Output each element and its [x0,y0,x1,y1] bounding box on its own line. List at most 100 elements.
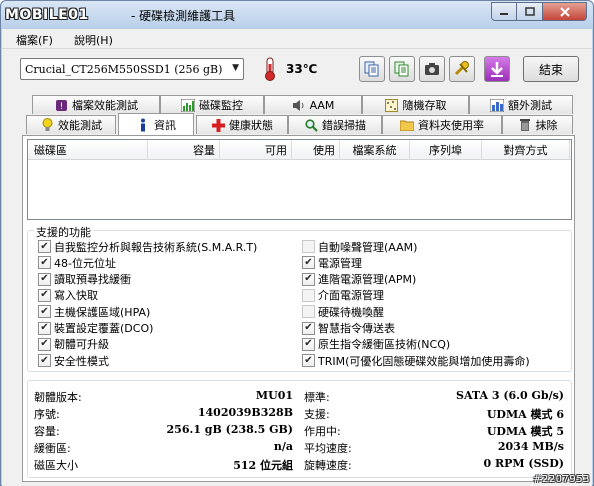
feature-checkbox[interactable]: ✔ 裝置設定覆蓋(DCO) [38,321,153,336]
trash-icon [518,118,532,132]
column-used[interactable]: 使用 [292,140,340,160]
disk-monitor-icon [181,98,195,112]
close-button[interactable] [543,2,587,21]
feature-checkbox[interactable]: ✔ 安全性模式 [38,353,109,368]
empty-checkbox-icon[interactable] [302,288,315,302]
feature-checkbox[interactable]: ✔ 主機保護區域(HPA) [38,304,150,319]
maximize-button[interactable] [517,2,543,21]
feature-checkbox[interactable]: ✔ 原生指令緩衝區技術(NCQ) [302,337,450,352]
feature-checkbox[interactable]: ✔ 智慧指令傳送表 [302,321,395,336]
copy-all-button[interactable] [389,56,415,82]
column-filesystem[interactable]: 檔案系統 [340,140,410,160]
title-bar[interactable]: MOBILE01 - 硬碟檢測維護工具 [1,1,593,29]
tab-health[interactable]: 健康狀態 [196,115,288,134]
tab-extra-test[interactable]: 額外測試 [469,95,573,114]
checkmark-icon[interactable]: ✔ [38,272,51,286]
checkmark-icon[interactable]: ✔ [38,337,51,351]
feature-checkbox[interactable]: ✔ 自我監控分析與報告技術系統(S.M.A.R.T) [38,239,257,254]
feature-checkbox[interactable]: ✔ 韌體可升級 [38,337,109,352]
tab-folder-usage[interactable]: 資料夾使用率 [382,115,502,134]
feature-label: TRIM(可優化固態硬碟效能與增加使用壽命) [318,354,530,368]
file-performance-icon: ! [54,98,68,112]
tab-info[interactable]: 資訊 [118,113,194,135]
feature-checkbox[interactable]: ✔ 電源管理 [302,255,362,270]
info-label: 緩衝區: [34,442,71,455]
menu-help[interactable]: 說明(H) [74,32,113,48]
info-value: 2034 MB/s [497,440,564,453]
checkmark-icon[interactable]: ✔ [302,337,315,351]
tab-error-scan[interactable]: 錯誤掃描 [288,115,382,134]
feature-checkbox[interactable]: ✔ 48-位元位址 [38,255,116,270]
checkmark-icon[interactable]: ✔ [38,305,51,319]
checkmark-icon[interactable]: ✔ [38,256,51,270]
feature-label: 48-位元位址 [54,256,116,270]
info-label: 平均速度: [304,442,352,455]
tab-random-access[interactable]: 隨機存取 [362,95,469,114]
drive-select[interactable]: Crucial_CT256M550SSD1 (256 gB) ▼ [20,58,244,80]
watermark: #2207953 [533,474,590,485]
checkmark-icon[interactable]: ✔ [38,288,51,302]
checkmark-icon[interactable]: ✔ [302,272,315,286]
info-value: SATA 3 (6.0 Gb/s) [456,389,564,402]
save-button[interactable] [484,56,510,82]
info-label: 容量: [34,425,60,438]
feature-label: 裝置設定覆蓋(DCO) [54,322,154,335]
info-panel: 磁碟區 容量 可用 使用 檔案系統 序列埠 對齊方式 支援的功能 ✔ 自我監控分析… [22,135,575,482]
feature-label: 硬碟待機喚醒 [318,305,384,319]
tab-file-benchmark[interactable]: ! 檔案效能測試 [32,95,160,114]
drive-select-value: Crucial_CT256M550SSD1 (256 gB) [25,63,223,76]
magnifier-icon [304,118,318,132]
column-free[interactable]: 可用 [220,140,292,160]
copy-icon [364,61,379,77]
checkmark-icon[interactable]: ✔ [38,354,51,368]
info-value: UDMA 模式 5 [486,425,564,438]
checkmark-icon[interactable]: ✔ [302,354,315,368]
tab-benchmark[interactable]: 效能測試 [26,115,116,134]
screenshot-button[interactable] [419,56,445,82]
empty-checkbox-icon[interactable] [302,305,315,319]
info-label: 序號: [34,408,60,421]
info-value: 0 RPM (SSD) [483,457,565,470]
info-label: 旋轉速度: [304,459,352,472]
extra-test-icon [490,98,504,112]
minimize-button[interactable] [491,2,517,21]
feature-checkbox[interactable]: 自動噪聲管理(AAM) [302,239,417,254]
volume-list[interactable]: 磁碟區 容量 可用 使用 檔案系統 序列埠 對齊方式 [27,139,572,220]
drive-info-group: 韌體版本: MU01 序號: 1402039B328B 容量: 256.1 gB (238… [27,380,572,478]
info-value: MU01 [255,389,293,402]
close-icon [559,6,570,17]
feature-checkbox[interactable]: ✔ 進階電源管理(APM) [302,272,416,287]
checkmark-icon[interactable]: ✔ [38,240,51,253]
tab-erase[interactable]: 抹除 [502,115,573,134]
copy-button[interactable] [359,56,385,82]
menu-file[interactable]: 檔案(F) [16,32,53,48]
feature-label: 安全性模式 [54,354,109,368]
tab-aam[interactable]: AAM [264,95,362,114]
options-button[interactable] [449,56,475,82]
tab-disk-monitor[interactable]: 磁碟監控 [160,95,264,114]
tab-row-top: ! 檔案效能測試 磁碟監控 AAM 隨機存取 額外測試 [22,95,575,115]
info-label: 支援: [304,408,330,421]
checkmark-icon[interactable]: ✔ [302,256,315,270]
column-alignment[interactable]: 對齊方式 [482,140,570,160]
checkmark-icon[interactable]: ✔ [302,321,315,335]
feature-checkbox[interactable]: 硬碟待機喚醒 [302,304,384,319]
column-capacity[interactable]: 容量 [148,140,220,160]
minimize-icon [500,12,508,15]
feature-checkbox[interactable]: ✔ 讀取預尋找緩衝 [38,272,131,287]
feature-checkbox[interactable]: 介面電源管理 [302,288,384,303]
column-port[interactable]: 序列埠 [410,140,482,160]
feature-checkbox[interactable]: ✔ 寫入快取 [38,288,98,303]
feature-checkbox[interactable]: ✔ TRIM(可優化固態硬碟效能與增加使用壽命) [302,353,530,368]
checkmark-icon[interactable]: ✔ [38,321,51,335]
camera-icon [425,63,439,75]
features-group: 支援的功能 ✔ 自我監控分析與報告技術系統(S.M.A.R.T) ✔ 48-位元位址 ✔… [27,224,572,372]
column-volume[interactable]: 磁碟區 [28,140,148,160]
menu-bar: 檔案(F) 說明(H) [2,29,592,49]
thermometer-icon [265,57,275,81]
info-value: 1402039B328B [197,406,293,419]
exit-button[interactable]: 結束 [523,56,579,82]
empty-checkbox-icon[interactable] [302,240,315,253]
feature-label: 智慧指令傳送表 [318,322,395,335]
info-label: 作用中: [304,425,341,438]
